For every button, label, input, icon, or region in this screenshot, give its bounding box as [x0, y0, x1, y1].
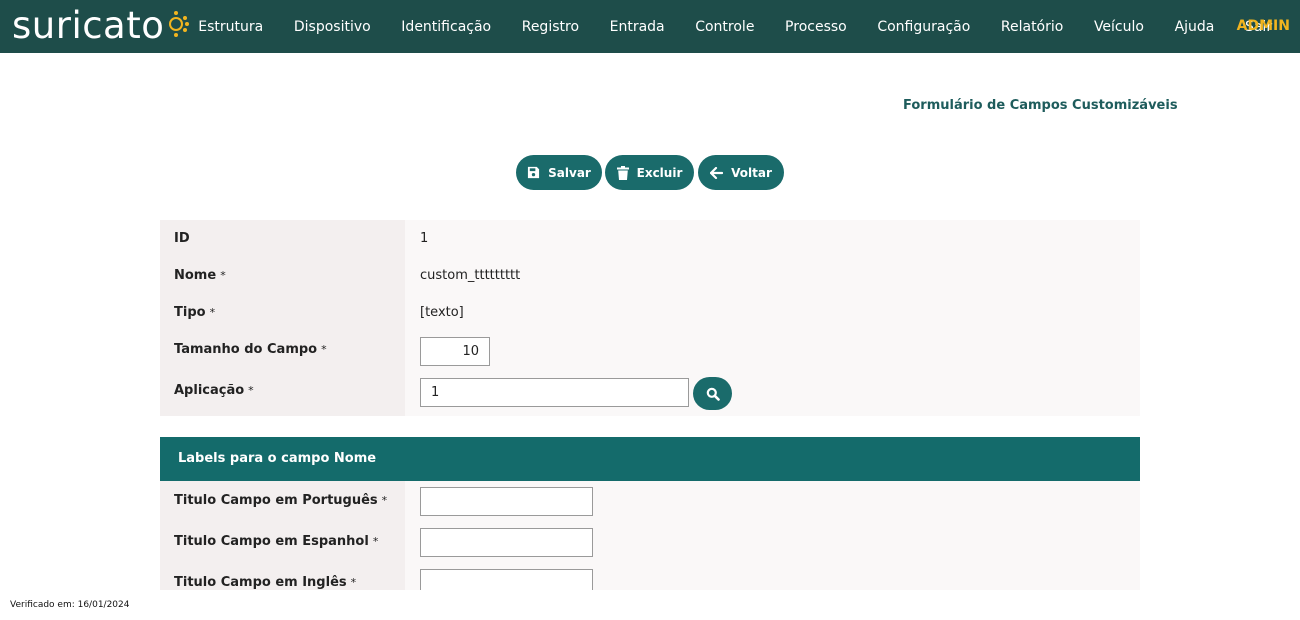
menu-item-dispositivo[interactable]: Dispositivo [279, 19, 386, 35]
menu-item-identificacao[interactable]: Identificação [386, 19, 506, 35]
menu-item-relatorio[interactable]: Relatório [986, 19, 1079, 35]
labels-section-title: Labels para o campo Nome [178, 451, 377, 466]
required-mark: * [220, 269, 226, 282]
menu-item-entrada[interactable]: Entrada [594, 19, 680, 35]
field-form-panel: ID 1 Nome * custom_ttttttttt Tipo * [texto… [160, 220, 1140, 416]
delete-label: Excluir [636, 165, 683, 180]
tamanho-input[interactable]: 10 [420, 337, 490, 366]
titulo-ingles-input[interactable] [420, 569, 593, 590]
floppy-disk-icon [528, 166, 540, 179]
arrow-left-icon [710, 166, 724, 179]
main-menu: Estrutura Dispositivo Identificação Regi… [183, 0, 1287, 53]
menu-item-ajuda[interactable]: Ajuda [1159, 19, 1229, 35]
action-toolbar: Salvar Excluir Voltar [516, 155, 784, 190]
aplicacao-label: Aplicação * [174, 383, 254, 398]
required-mark: * [248, 384, 254, 397]
labels-form-panel: Titulo Campo em Português * Titulo Campo … [160, 481, 1140, 590]
tipo-value: [texto] [420, 305, 464, 320]
labels-section-header: Labels para o campo Nome [160, 437, 1140, 481]
required-mark: * [350, 576, 357, 589]
delete-button[interactable]: Excluir [605, 155, 694, 190]
titulo-portugues-input[interactable] [420, 487, 593, 516]
titulo-portugues-label: Titulo Campo em Português * [174, 493, 388, 508]
menu-item-controle[interactable]: Controle [680, 19, 770, 35]
tamanho-label: Tamanho do Campo * [174, 342, 327, 357]
tipo-label: Tipo * [174, 305, 216, 320]
aplicacao-input[interactable]: 1 [420, 378, 689, 407]
required-mark: * [381, 494, 388, 507]
user-name[interactable]: ADMIN [1237, 0, 1290, 53]
required-mark: * [209, 306, 216, 319]
menu-item-veiculo[interactable]: Veículo [1079, 19, 1160, 35]
required-mark: * [321, 343, 327, 356]
save-button[interactable]: Salvar [516, 155, 602, 190]
back-label: Voltar [731, 165, 772, 180]
titulo-espanhol-input[interactable] [420, 528, 593, 557]
suricato-logo[interactable]: suricato [12, 3, 190, 49]
nome-label: Nome * [174, 268, 226, 283]
menu-item-configuracao[interactable]: Configuração [862, 19, 986, 35]
required-mark: * [372, 535, 379, 548]
titulo-espanhol-label: Titulo Campo em Espanhol * [174, 534, 379, 549]
trash-icon [616, 165, 629, 180]
titulo-ingles-label: Titulo Campo em Inglês * [174, 575, 357, 590]
nome-value: custom_ttttttttt [420, 268, 521, 283]
aplicacao-search-button[interactable] [693, 377, 732, 410]
back-button[interactable]: Voltar [698, 155, 784, 190]
top-navbar: suricato Estrutura Dispositivo Identific… [0, 0, 1300, 53]
verified-date: Verificado em: 16/01/2024 [10, 600, 130, 610]
search-icon [706, 387, 720, 401]
menu-item-processo[interactable]: Processo [770, 19, 862, 35]
page-title: Formulário de Campos Customizáveis [903, 98, 1178, 113]
menu-item-estrutura[interactable]: Estrutura [183, 19, 279, 35]
menu-item-registro[interactable]: Registro [506, 19, 594, 35]
save-label: Salvar [548, 165, 591, 180]
logo-text: suricato [12, 4, 165, 47]
id-value: 1 [420, 231, 429, 246]
id-label: ID [174, 231, 190, 246]
